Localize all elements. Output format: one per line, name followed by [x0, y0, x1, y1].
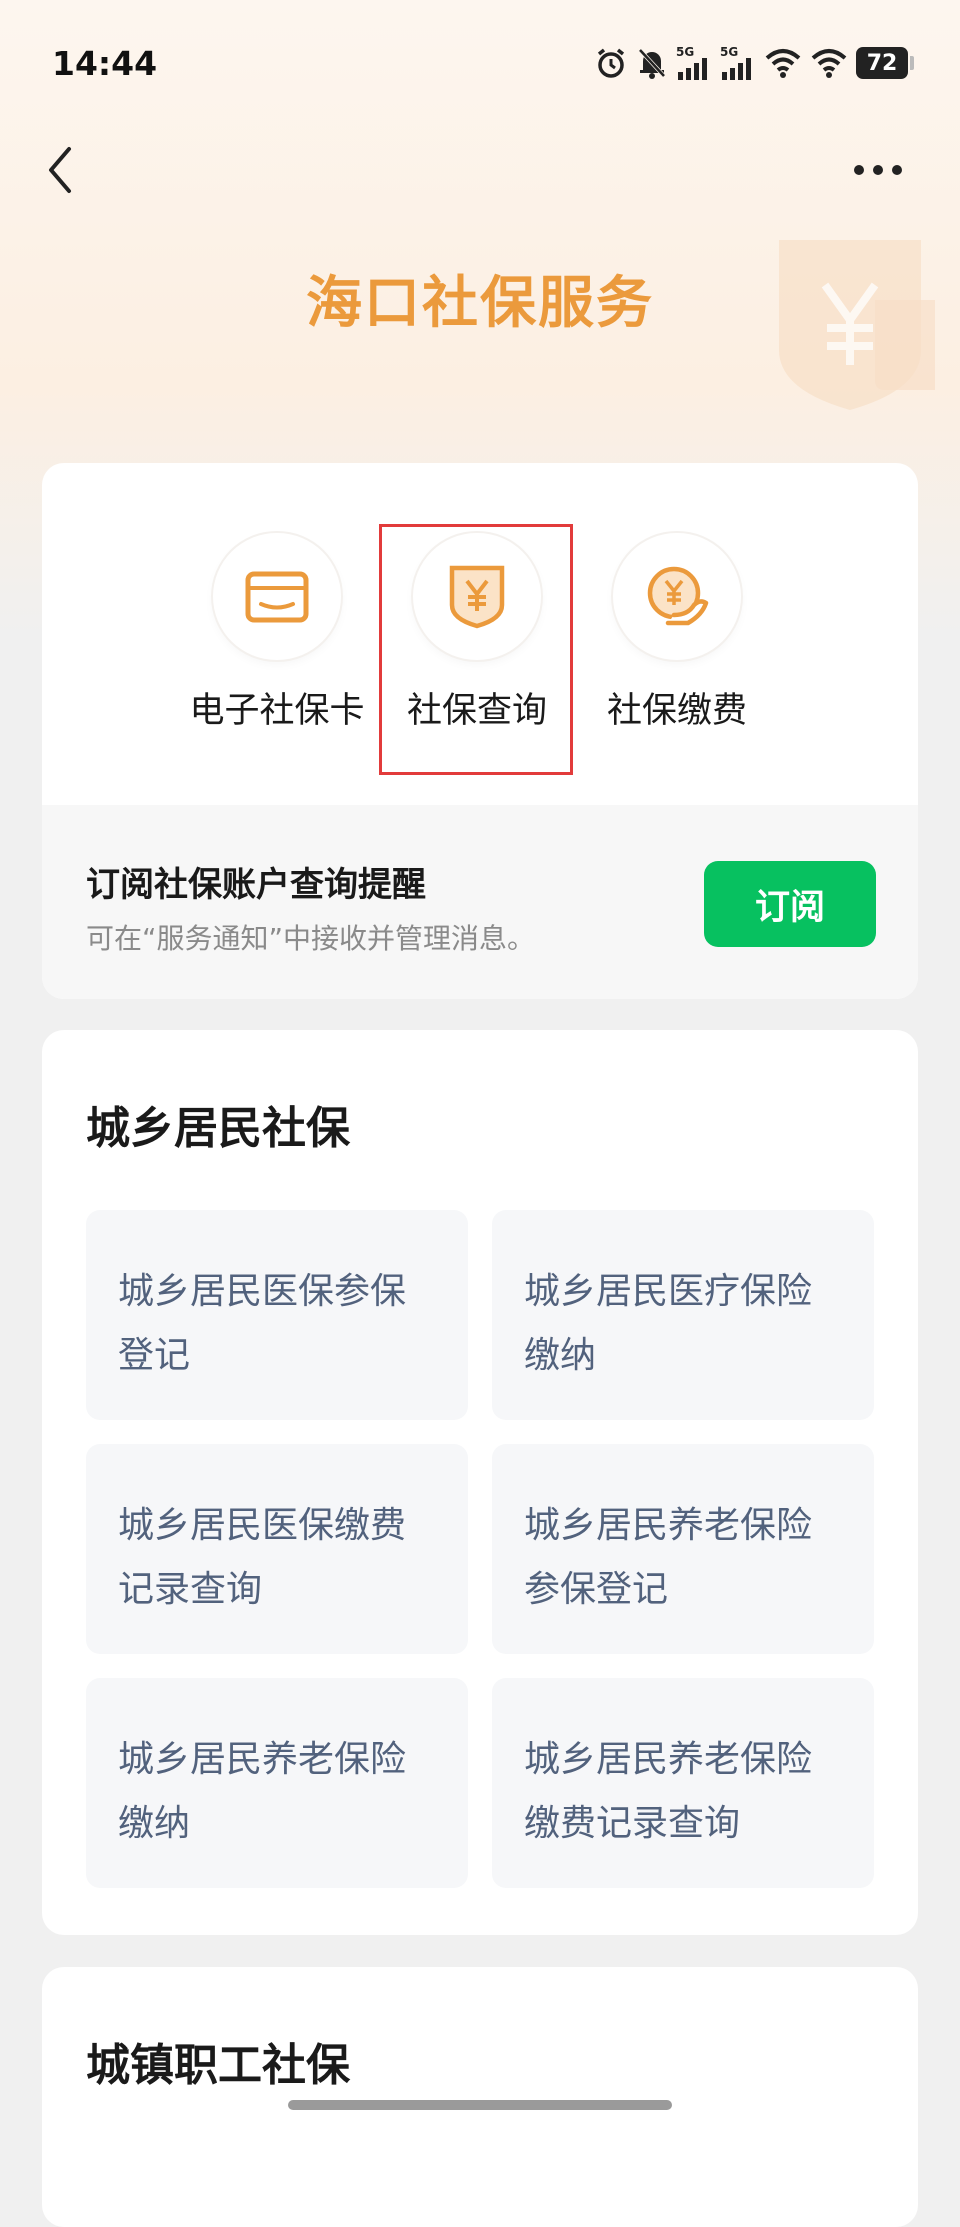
signal-2: 5G — [720, 46, 756, 80]
service-social-security-payment[interactable]: 社保缴费 — [542, 533, 812, 733]
grid-item[interactable]: 城乡居民养老保险 参保登记 — [492, 1444, 874, 1654]
service-row: 电子社保卡 社保查询 社保缴费 — [42, 463, 918, 805]
more-dots-icon — [854, 165, 902, 175]
service-icon-circle — [213, 533, 341, 660]
grid-item[interactable]: 城乡居民养老保险 缴纳 — [86, 1678, 468, 1888]
grid-item-line: 参保登记 — [524, 1569, 669, 1610]
grid-item-line: 记录查询 — [118, 1569, 263, 1610]
grid-item-line: 登记 — [118, 1335, 191, 1376]
home-indicator[interactable] — [288, 2100, 672, 2110]
battery-icon: 72 — [856, 47, 914, 79]
signal-bars-icon — [722, 58, 751, 80]
wifi-icon — [811, 49, 847, 78]
status-time: 14:44 — [52, 44, 158, 83]
service-label: 电子社保卡 — [189, 691, 365, 731]
back-button[interactable] — [30, 140, 90, 200]
yen-hand-icon — [647, 566, 709, 625]
status-icons: 5G 5G 72 — [594, 46, 914, 80]
grid-item-line: 城乡居民医疗保险 — [524, 1271, 813, 1312]
signal-bars-icon — [678, 58, 707, 80]
grid-item[interactable]: 城乡居民医保缴费 记录查询 — [86, 1444, 468, 1654]
grid-item-line: 城乡居民医保缴费 — [118, 1505, 407, 1546]
more-button[interactable] — [848, 150, 908, 190]
yen-shield-icon — [779, 240, 935, 410]
alarm-icon — [597, 48, 625, 78]
chevron-left-icon — [49, 147, 71, 193]
subscribe-description: 可在“服务通知”中接收并管理消息。 — [86, 922, 536, 955]
service-icon-circle — [613, 533, 741, 660]
selection-highlight — [379, 524, 573, 775]
section-urban-employee: 城镇职工社保 — [42, 1967, 918, 2227]
grid-item[interactable]: 城乡居民医保参保 登记 — [86, 1210, 468, 1420]
grid-item[interactable]: 城乡居民医疗保险 缴纳 — [492, 1210, 874, 1420]
grid-item-line: 缴纳 — [524, 1335, 597, 1376]
section-title: 城乡居民社保 — [86, 1103, 350, 1154]
network-label-2: 5G — [720, 45, 739, 59]
grid-item-line: 城乡居民养老保险 — [118, 1739, 407, 1780]
services-card: 电子社保卡 社保查询 社保缴费 订阅社保账户查询提醒 可在“服务通知”中接收并管… — [42, 463, 918, 999]
status-bar: 14:44 5G 5G 72 — [0, 0, 960, 130]
grid-item-line: 城乡居民养老保险 — [524, 1739, 813, 1780]
subscribe-panel: 订阅社保账户查询提醒 可在“服务通知”中接收并管理消息。 订阅 — [42, 805, 918, 999]
service-grid: 城乡居民医保参保 登记 城乡居民医疗保险 缴纳 城乡居民医保缴费 记录查询 城乡… — [86, 1210, 874, 1888]
signal-1: 5G — [676, 46, 712, 80]
grid-item-line: 城乡居民医保参保 — [118, 1271, 407, 1312]
grid-item-line: 缴纳 — [118, 1803, 191, 1844]
grid-item-line: 城乡居民养老保险 — [524, 1505, 813, 1546]
grid-item[interactable]: 城乡居民养老保险 缴费记录查询 — [492, 1678, 874, 1888]
subscribe-button[interactable]: 订阅 — [704, 861, 876, 947]
network-label-1: 5G — [676, 45, 695, 59]
service-label: 社保缴费 — [606, 691, 747, 731]
section-rural-urban-resident: 城乡居民社保 城乡居民医保参保 登记 城乡居民医疗保险 缴纳 城乡居民医保缴费 … — [42, 1030, 918, 1935]
grid-item-line: 缴费记录查询 — [524, 1803, 741, 1844]
subscribe-title: 订阅社保账户查询提醒 — [86, 865, 426, 905]
card-icon — [245, 571, 309, 622]
wifi-icon — [765, 49, 801, 78]
section-title: 城镇职工社保 — [86, 2040, 350, 2091]
mute-bell-icon — [638, 48, 666, 79]
